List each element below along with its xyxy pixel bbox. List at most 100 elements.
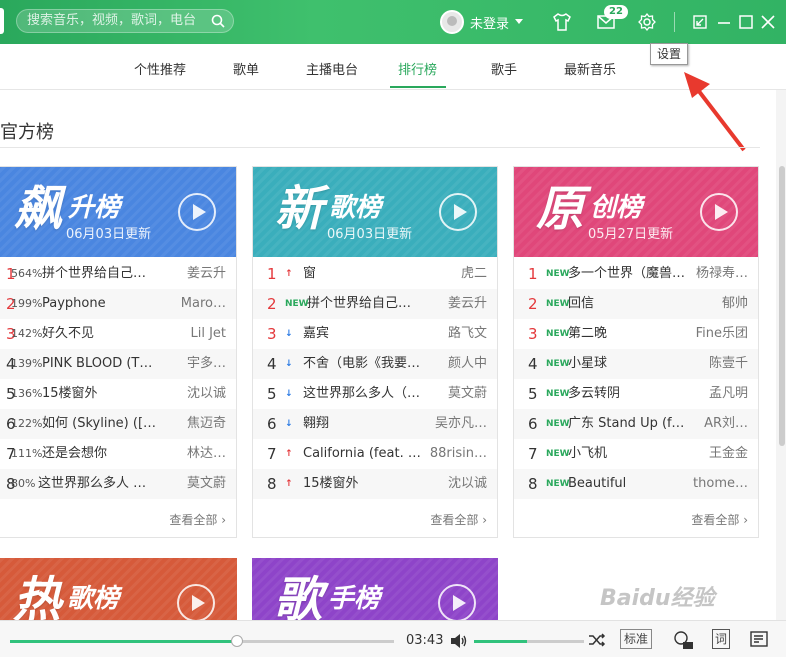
list-item[interactable]: 7 ↑ California (feat. … 88risin… bbox=[253, 439, 497, 469]
list-item[interactable]: 8 ↑ 15楼窗外 沈以诚 bbox=[253, 469, 497, 499]
song-title[interactable]: 如何 (Skyline) ([… bbox=[42, 409, 166, 439]
chart-card[interactable]: 新歌榜 06月03日更新 1 ↑ 窗虎二 2 NEW 拼个世界给自己… 姜云升 3 ↓ 嘉宾 路飞文 4 ↓… bbox=[252, 166, 498, 538]
play-icon[interactable] bbox=[177, 584, 215, 622]
list-item[interactable]: 8 NEW Beautiful thome… bbox=[514, 469, 758, 499]
list-item[interactable]: 7 111% 还是会想你 林达… bbox=[0, 439, 236, 469]
chart-banner[interactable]: 热 歌榜 bbox=[0, 558, 237, 628]
artist-name[interactable]: 孟凡明 bbox=[686, 379, 748, 409]
login-area[interactable]: 未登录 bbox=[440, 10, 524, 34]
list-item[interactable]: 4 139% PINK BLOOD (T… 宇多… bbox=[0, 349, 236, 379]
song-title[interactable]: 回信 bbox=[568, 289, 688, 319]
shuffle-icon[interactable] bbox=[588, 632, 606, 648]
artist-name[interactable]: 宇多… bbox=[164, 349, 226, 379]
list-item[interactable]: 2 199% Payphone Maro… bbox=[0, 289, 236, 319]
artist-name[interactable]: 颜人中 bbox=[425, 349, 487, 379]
login-label[interactable]: 未登录 bbox=[470, 13, 509, 32]
artist-name[interactable]: Fine乐团 bbox=[686, 319, 748, 349]
list-item[interactable]: 5 NEW 多云转阴 孟凡明 bbox=[514, 379, 758, 409]
list-item[interactable]: 2 NEW 回信 郁帅 bbox=[514, 289, 758, 319]
song-title[interactable]: 拼个世界给自己… bbox=[307, 289, 427, 319]
artist-name[interactable]: 杨禄寿… bbox=[686, 259, 748, 289]
song-title[interactable]: 嘉宾 bbox=[303, 319, 427, 349]
list-item[interactable]: 3 ↓ 嘉宾 路飞文 bbox=[253, 319, 497, 349]
avatar[interactable] bbox=[440, 10, 464, 34]
song-title[interactable]: 翱翔 bbox=[303, 409, 427, 439]
song-title[interactable]: 这世界那么多人（… bbox=[303, 379, 427, 409]
song-title[interactable]: 第二晚 bbox=[568, 319, 688, 349]
tab-artists[interactable]: 歌手 bbox=[491, 59, 517, 78]
artist-name[interactable]: 沈以诚 bbox=[164, 379, 226, 409]
artist-name[interactable]: 姜云升 bbox=[164, 259, 226, 289]
artist-name[interactable]: 莫文蔚 bbox=[164, 469, 226, 499]
artist-name[interactable]: Maro… bbox=[164, 289, 226, 319]
artist-name[interactable]: 88risin… bbox=[425, 439, 487, 469]
chart-card-singer[interactable]: 歌 手榜 bbox=[252, 558, 498, 628]
artist-name[interactable]: 沈以诚 bbox=[425, 469, 487, 499]
song-title[interactable]: 好久不见 bbox=[42, 319, 166, 349]
view-all-link[interactable]: 查看全部 › bbox=[169, 511, 226, 528]
chart-banner[interactable]: 飙升榜 06月03日更新 bbox=[0, 167, 236, 257]
song-title[interactable]: 小飞机 bbox=[568, 439, 688, 469]
list-item[interactable]: 8 80% 这世界那么多人 … 莫文蔚 bbox=[0, 469, 236, 499]
artist-name[interactable]: 吴亦凡… bbox=[425, 409, 487, 439]
tab-radio[interactable]: 主播电台 bbox=[306, 59, 358, 78]
list-item[interactable]: 7 NEW 小飞机 王金金 bbox=[514, 439, 758, 469]
artist-name[interactable]: 虎二 bbox=[425, 259, 487, 289]
playlist-icon[interactable] bbox=[750, 631, 770, 649]
song-title[interactable]: 15楼窗外 bbox=[42, 379, 166, 409]
song-title[interactable]: 广东 Stand Up (ft… bbox=[568, 409, 688, 439]
search-input[interactable]: 搜索音乐，视频，歌词，电台 bbox=[16, 9, 234, 33]
skin-icon[interactable] bbox=[552, 12, 572, 32]
play-icon[interactable] bbox=[439, 193, 477, 231]
song-title[interactable]: 拼个世界给自己… bbox=[42, 259, 166, 289]
mini-mode-icon[interactable] bbox=[690, 12, 710, 32]
list-item[interactable]: 6 122% 如何 (Skyline) ([… 焦迈奇 bbox=[0, 409, 236, 439]
artist-name[interactable]: 林达… bbox=[164, 439, 226, 469]
list-item[interactable]: 1 ↑ 窗虎二 bbox=[253, 259, 497, 289]
tab-new-music[interactable]: 最新音乐 bbox=[564, 59, 616, 78]
song-title[interactable]: 小星球 bbox=[568, 349, 688, 379]
play-icon[interactable] bbox=[700, 193, 738, 231]
progress-knob[interactable] bbox=[230, 635, 243, 647]
list-item[interactable]: 1 564% 拼个世界给自己… 姜云升 bbox=[0, 259, 236, 289]
list-item[interactable]: 5 136% 15楼窗外 沈以诚 bbox=[0, 379, 236, 409]
list-item[interactable]: 4 NEW 小星球 陈壹千 bbox=[514, 349, 758, 379]
view-all-link[interactable]: 查看全部 › bbox=[691, 511, 748, 528]
song-title[interactable]: PINK BLOOD (T… bbox=[42, 349, 166, 379]
list-item[interactable]: 3 142% 好久不见 Lil Jet bbox=[0, 319, 236, 349]
list-item[interactable]: 5 ↓ 这世界那么多人（… 莫文蔚 bbox=[253, 379, 497, 409]
song-title[interactable]: 还是会想你 bbox=[42, 439, 166, 469]
song-title[interactable]: Beautiful bbox=[568, 469, 688, 499]
artist-name[interactable]: 郁帅 bbox=[686, 289, 748, 319]
list-item[interactable]: 6 NEW 广东 Stand Up (ft… AR刘… bbox=[514, 409, 758, 439]
tab-playlist[interactable]: 歌单 bbox=[233, 59, 259, 78]
list-item[interactable]: 4 ↓ 不舍（电影《我要… 颜人中 bbox=[253, 349, 497, 379]
chart-banner[interactable]: 原创榜 05月27日更新 bbox=[514, 167, 758, 257]
minimize-icon[interactable] bbox=[714, 12, 734, 32]
list-item[interactable]: 1 NEW 多一个世界（魔兽… 杨禄寿… bbox=[514, 259, 758, 289]
tab-recommend[interactable]: 个性推荐 bbox=[134, 59, 186, 78]
scrollbar-thumb[interactable] bbox=[779, 166, 785, 446]
artist-name[interactable]: Lil Jet bbox=[164, 319, 226, 349]
list-item[interactable]: 6 ↓ 翱翔 吴亦凡… bbox=[253, 409, 497, 439]
sound-effect-icon[interactable] bbox=[672, 629, 694, 651]
song-title[interactable]: 窗 bbox=[303, 259, 427, 289]
chart-card-hot[interactable]: 热 歌榜 bbox=[0, 558, 237, 628]
chart-card[interactable]: 飙升榜 06月03日更新 1 564% 拼个世界给自己… 姜云升 2 199% Payphone… bbox=[0, 166, 237, 538]
maximize-icon[interactable] bbox=[736, 12, 756, 32]
chevron-down-icon[interactable] bbox=[515, 19, 524, 25]
gear-icon[interactable] bbox=[637, 12, 657, 32]
chart-banner[interactable]: 新歌榜 06月03日更新 bbox=[253, 167, 497, 257]
volume-slider[interactable] bbox=[474, 640, 584, 643]
volume-icon[interactable] bbox=[450, 633, 468, 649]
chart-banner[interactable]: 歌 手榜 bbox=[252, 558, 498, 628]
artist-name[interactable]: 路飞文 bbox=[425, 319, 487, 349]
artist-name[interactable]: 莫文蔚 bbox=[425, 379, 487, 409]
song-title[interactable]: 不舍（电影《我要… bbox=[303, 349, 427, 379]
play-icon[interactable] bbox=[178, 193, 216, 231]
tab-charts[interactable]: 排行榜 bbox=[398, 59, 437, 78]
song-title[interactable]: 15楼窗外 bbox=[303, 469, 427, 499]
song-title[interactable]: California (feat. … bbox=[303, 439, 427, 469]
progress-bar[interactable] bbox=[10, 640, 394, 643]
list-item[interactable]: 2 NEW 拼个世界给自己… 姜云升 bbox=[253, 289, 497, 319]
